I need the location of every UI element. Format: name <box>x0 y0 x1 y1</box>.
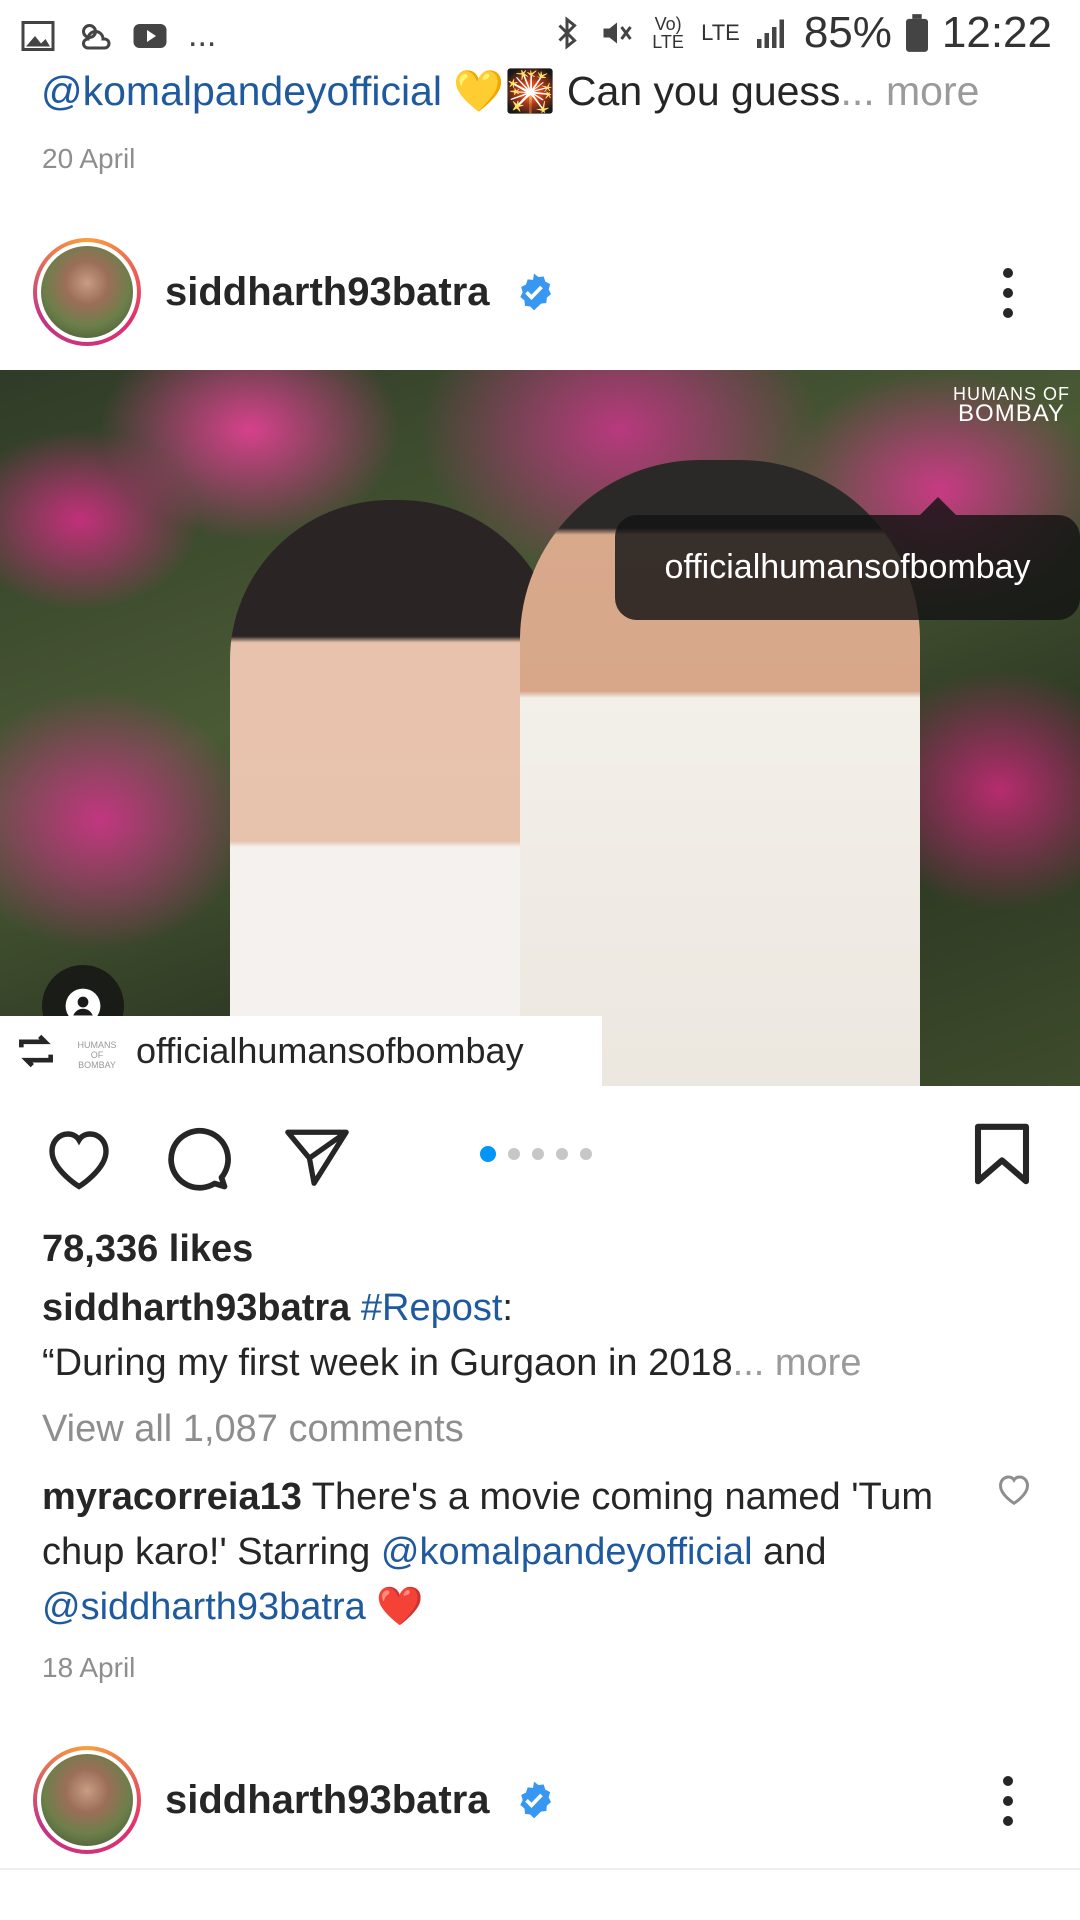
mention-link[interactable]: @komalpandeyofficial <box>41 68 442 114</box>
signal-icon <box>756 19 784 48</box>
photo-subject-woman <box>230 500 560 1086</box>
hashtag-link[interactable]: #Repost <box>361 1287 503 1329</box>
status-right-icons: Vo) LTE LTE 85% 12:22 <box>549 8 1052 58</box>
repost-source-name: officialhumansofbombay <box>136 1030 524 1071</box>
lte-indicator: LTE <box>701 20 740 45</box>
carousel-dot <box>532 1148 544 1160</box>
yellow-heart-icon: 💛 <box>453 68 505 114</box>
verified-badge-icon <box>519 1781 551 1819</box>
status-left-icons: ... <box>20 16 216 55</box>
post-caption-line2: “During my first week in Gurgaon in 2018… <box>42 1342 861 1385</box>
clock: 12:22 <box>941 8 1052 57</box>
like-heart-icon[interactable] <box>42 1125 116 1191</box>
post-header: siddharth93batra <box>33 238 554 346</box>
next-more-options-icon[interactable] <box>1001 1776 1015 1826</box>
tagged-user-label: officialhumansofbombay <box>664 548 1031 586</box>
more-options-icon[interactable] <box>1001 268 1015 318</box>
likes-count[interactable]: 78,336 likes <box>42 1228 253 1271</box>
youtube-icon <box>133 23 167 48</box>
image-watermark: HUMANS OF BOMBAY <box>953 384 1070 427</box>
tagged-user-bubble[interactable]: officialhumansofbombay <box>615 497 1080 620</box>
post-image[interactable]: HUMANS OF BOMBAY <box>0 370 1080 1086</box>
comment-like-heart-icon[interactable] <box>996 1472 1032 1506</box>
carousel-dot <box>508 1148 520 1160</box>
more-link[interactable]: ... more <box>840 68 979 114</box>
prev-post-caption[interactable]: @komalpandeyofficial 💛🎇 Can you guess...… <box>41 68 979 116</box>
next-post-username[interactable]: siddharth93batra <box>165 1778 490 1823</box>
red-heart-emoji-icon: ❤️ <box>376 1586 424 1628</box>
status-bar: ... Vo) LTE LTE 85% 12:22 <box>0 0 1080 75</box>
view-all-comments-link[interactable]: View all 1,087 comments <box>42 1408 464 1451</box>
avatar-photo <box>41 246 133 338</box>
comment-text-2: and <box>763 1531 827 1573</box>
next-avatar-photo <box>41 1754 133 1846</box>
caption-text: “During my first week in Gurgaon in 2018 <box>42 1342 733 1384</box>
caption-more-link[interactable]: ... more <box>733 1342 862 1384</box>
mute-icon <box>603 22 632 44</box>
next-post-header: siddharth93batra <box>33 1746 554 1854</box>
post-date: 18 April <box>42 1652 136 1683</box>
status-ellipsis: ... <box>188 16 217 54</box>
post-username[interactable]: siddharth93batra <box>165 270 490 315</box>
save-bookmark-icon[interactable] <box>973 1122 1031 1186</box>
caption-username[interactable]: siddharth93batra <box>42 1287 350 1329</box>
firework-icon: 🎇 <box>504 68 556 114</box>
carousel-indicator <box>480 1146 592 1162</box>
divider <box>0 1868 1080 1870</box>
share-send-icon[interactable] <box>282 1124 352 1190</box>
comment-icon[interactable] <box>160 1122 232 1194</box>
weather-icon <box>82 23 111 49</box>
gallery-icon <box>21 20 55 51</box>
comment-mention-1[interactable]: @komalpandeyofficial <box>381 1531 753 1573</box>
avatar[interactable] <box>33 238 141 346</box>
volte-indicator: Vo) LTE <box>652 14 684 52</box>
bluetooth-icon <box>558 16 577 50</box>
comment-mention-2[interactable]: @siddharth93batra <box>42 1586 366 1628</box>
comment-item: myracorreia13 There's a movie coming nam… <box>42 1470 992 1635</box>
repost-source-logo: HUMANS OF BOMBAY <box>77 1040 117 1070</box>
repost-icon <box>19 1034 53 1068</box>
carousel-dot-active <box>480 1146 496 1162</box>
carousel-dot <box>580 1148 592 1160</box>
repost-attribution-bar[interactable]: HUMANS OF BOMBAY officialhumansofbombay <box>0 1016 602 1086</box>
post-caption-line1: siddharth93batra #Repost: <box>42 1287 513 1329</box>
verified-badge-icon <box>519 273 551 311</box>
battery-percent: 85% <box>803 8 892 57</box>
next-avatar[interactable] <box>33 1746 141 1854</box>
carousel-dot <box>556 1148 568 1160</box>
battery-icon <box>905 14 928 52</box>
prev-post-date: 20 April <box>42 143 136 174</box>
prev-caption-text: Can you guess <box>566 68 841 114</box>
comment-username[interactable]: myracorreia13 <box>42 1476 302 1518</box>
